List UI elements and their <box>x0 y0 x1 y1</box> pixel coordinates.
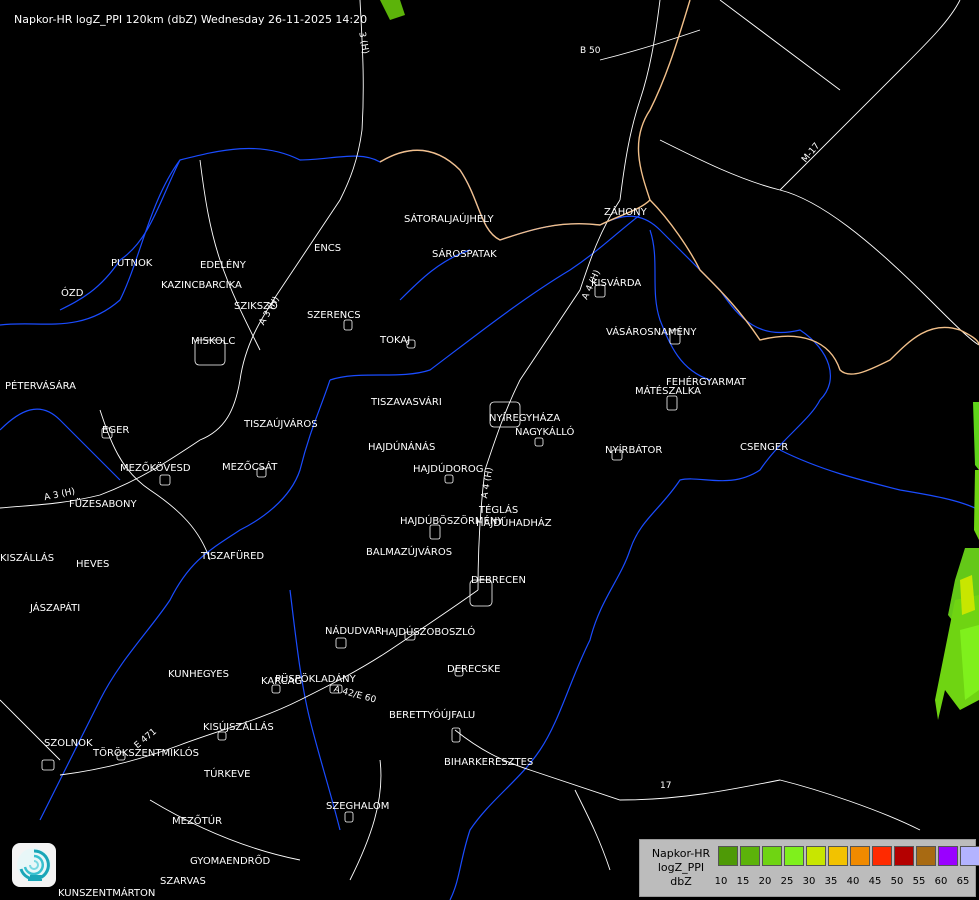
city-label: MEZŐCSÁT <box>222 462 278 473</box>
city-label: SZERENCS <box>307 310 361 321</box>
legend-tick: 30 <box>802 876 816 887</box>
city-label: CSENGER <box>740 442 789 453</box>
road-label: B 50 <box>580 46 601 56</box>
legend-tick: 45 <box>868 876 882 887</box>
legend-swatch <box>916 846 936 866</box>
legend-title: Napkor-HR logZ_PPI dbZ <box>646 847 716 889</box>
city-label: NAGYKÁLLÓ <box>515 427 575 438</box>
legend-tick: 70 <box>974 876 979 887</box>
city-label: PUTNOK <box>111 258 153 269</box>
legend-title-line: dbZ <box>670 875 692 888</box>
city-label: BERETTYÓÚJFALU <box>389 710 476 721</box>
legend-tick: 40 <box>846 876 860 887</box>
city-label: TISZAFÜRED <box>201 551 265 562</box>
city-label: NYÍREGYHÁZA <box>489 413 561 424</box>
city-label: SÁTORALJAÚJHELY <box>404 214 494 225</box>
city-label: EGER <box>102 425 130 436</box>
legend-swatch <box>784 846 804 866</box>
city-label: ENCS <box>314 243 342 254</box>
legend-swatch <box>740 846 760 866</box>
city-label: TISZAVASVÁRI <box>371 397 442 408</box>
city-label: MEZŐKÖVESD <box>120 463 191 474</box>
city-label: SZARVAS <box>160 876 206 887</box>
city-label: FÜZESABONY <box>69 499 137 510</box>
radar-map: Napkor-HR logZ_PPI 120km (dbZ) Wednesday… <box>0 0 979 900</box>
city-label: ÓZD <box>61 288 84 299</box>
city-label: HAJDÚDOROG <box>413 464 484 475</box>
legend-swatch <box>718 846 738 866</box>
city-label: NYÍRBÁTOR <box>605 445 663 456</box>
road-label: 17 <box>660 781 672 791</box>
city-label: DEBRECEN <box>471 575 526 586</box>
legend-ticks: 10 15 20 25 30 35 40 45 50 55 60 65 70 <box>710 876 979 887</box>
city-label: NÁDUDVAR <box>325 626 382 637</box>
city-label: MISKOLC <box>191 336 236 347</box>
city-label: EDELÉNY <box>200 260 246 271</box>
city-label: KUNSZENTMÁRTON <box>58 888 156 899</box>
legend-tick: 65 <box>956 876 970 887</box>
legend-tick: 55 <box>912 876 926 887</box>
legend-tick: 25 <box>780 876 794 887</box>
legend-tick: 50 <box>890 876 904 887</box>
legend-swatch <box>828 846 848 866</box>
city-label: DERECSKE <box>447 664 501 675</box>
city-label: BALMAZÚJVÁROS <box>366 547 453 558</box>
city-label: HAJDÚNÁNÁS <box>368 442 436 453</box>
country-border <box>379 0 979 375</box>
legend-tick: 15 <box>736 876 750 887</box>
city-label: KAZINCBARCIKA <box>161 280 242 291</box>
city-label: BIHARKERESZTES <box>444 757 534 768</box>
city-label: SÁROSPATAK <box>432 249 497 260</box>
city-label: HEVES <box>76 559 110 570</box>
legend-swatch <box>894 846 914 866</box>
legend-tick: 35 <box>824 876 838 887</box>
legend-swatch <box>872 846 892 866</box>
legend-tick: 20 <box>758 876 772 887</box>
legend-swatch <box>960 846 979 866</box>
city-label: HAJDÚSZOBOSZLÓ <box>381 627 476 638</box>
city-label: TOKAJ <box>380 335 411 346</box>
city-label: MÁTÉSZALKA <box>635 386 701 397</box>
city-label: ZÁHONY <box>604 207 647 218</box>
city-label: KUNHEGYES <box>168 669 229 680</box>
city-label: SZOLNOK <box>44 738 93 749</box>
city-label: SZEGHALOM <box>326 801 390 812</box>
legend-swatch <box>938 846 958 866</box>
legend-tick: 60 <box>934 876 948 887</box>
legend-swatch <box>762 846 782 866</box>
city-label: VÁSÁROSNAMÉNY <box>606 327 697 338</box>
city-label: JÁSZAPÁTI <box>30 603 81 614</box>
dbz-legend: Napkor-HR logZ_PPI dbZ 10 15 20 25 30 35 40 45 5… <box>639 839 979 897</box>
city-label: PÉTERVÁSÁRA <box>5 381 76 392</box>
radar-swirl-icon <box>12 843 56 887</box>
city-label: GYOMAENDRŐD <box>190 856 271 867</box>
legend-swatch <box>850 846 870 866</box>
city-label: KISÚJSZÁLLÁS <box>203 722 274 733</box>
city-label: TÉGLÁS <box>479 505 519 516</box>
legend-title-line: Napkor-HR <box>651 847 711 860</box>
map-title: Napkor-HR logZ_PPI 120km (dbZ) Wednesday… <box>14 13 368 26</box>
legend-tick: 10 <box>714 876 728 887</box>
city-label: TÚRKEVE <box>204 769 251 780</box>
city-label: TÖRÖKSZENTMIKLÓS <box>93 748 200 759</box>
city-label: PÜSPÖKLADÁNY <box>275 674 356 685</box>
legend-swatch <box>806 846 826 866</box>
city-label: MEZŐTÚR <box>172 816 223 827</box>
city-label: HAJDÚHADHÁZ <box>476 518 552 529</box>
city-label: TISZAÚJVÁROS <box>244 419 318 430</box>
legend-swatches <box>718 846 979 866</box>
legend-title-line: logZ_PPI <box>657 861 705 874</box>
city-label: KISZÁLLÁS <box>0 553 55 564</box>
